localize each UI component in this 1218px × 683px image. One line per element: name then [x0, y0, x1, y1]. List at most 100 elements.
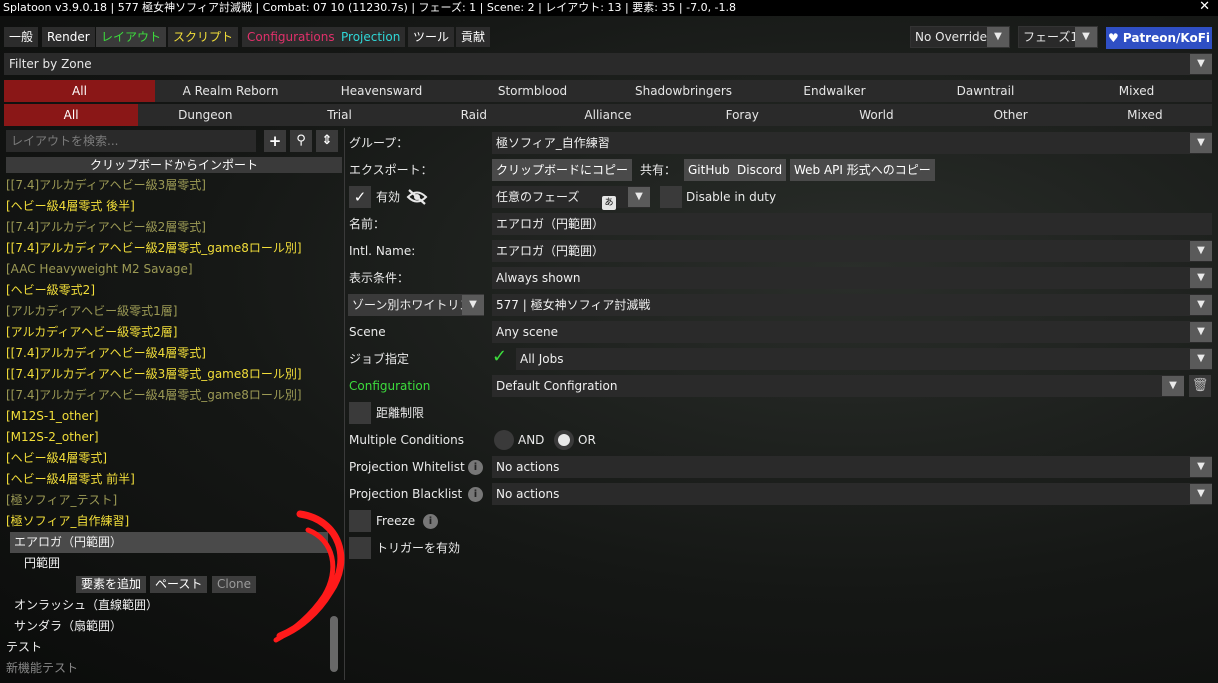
close-icon[interactable]: ✕: [1199, 0, 1210, 15]
expansion-tab-sb[interactable]: Stormblood: [457, 80, 608, 102]
projection-blacklist-dropdown[interactable]: No actions ▼: [492, 483, 1212, 505]
expansion-tab-hw[interactable]: Heavensward: [306, 80, 457, 102]
content-tab-other[interactable]: Other: [944, 104, 1078, 126]
content-tab-mixed[interactable]: Mixed: [1078, 104, 1212, 126]
tab-general[interactable]: 一般: [4, 27, 39, 47]
layout-group-item[interactable]: [[7.4]アルカディアヘビー級3層零式]: [6, 175, 206, 196]
chevron-down-icon: ▼: [1190, 54, 1212, 74]
intl-name-value: エアロガ（円範囲）: [496, 244, 605, 258]
layout-item[interactable]: サンダラ（扇範囲）: [14, 616, 122, 637]
content-tab-dungeon[interactable]: Dungeon: [138, 104, 272, 126]
paste-button[interactable]: ペースト: [150, 576, 208, 593]
layout-group-item[interactable]: [[7.4]アルカディアヘビー級2層零式_game8ロール別]: [6, 238, 302, 259]
discord-button[interactable]: Discord: [733, 159, 787, 181]
layout-item[interactable]: オンラッシュ（直線範囲）: [14, 595, 158, 616]
layout-item-selected[interactable]: エアロガ（円範囲）: [10, 532, 328, 553]
tab-configurations[interactable]: Configurations: [242, 27, 340, 47]
content-tab-world[interactable]: World: [809, 104, 943, 126]
or-radio[interactable]: [554, 430, 574, 450]
layout-group-item[interactable]: [ヘビー級4層零式 後半]: [6, 196, 135, 217]
layout-list-scrollbar[interactable]: [330, 616, 338, 672]
tab-layout[interactable]: レイアウト: [96, 27, 167, 47]
tab-contribute[interactable]: 貢献: [456, 27, 491, 47]
layout-group-item[interactable]: [ヘビー級零式2]: [6, 280, 95, 301]
enable-trigger-label: トリガーを有効: [376, 541, 461, 555]
expansion-tab-mixed[interactable]: Mixed: [1061, 80, 1212, 102]
layout-group-item[interactable]: [M12S-2_other]: [6, 427, 99, 448]
zone-mode-dropdown[interactable]: ゾーン別ホワイトリスト ▼: [348, 294, 484, 316]
add-layout-icon[interactable]: +: [264, 130, 286, 152]
job-dropdown[interactable]: All Jobs ▼: [516, 348, 1212, 370]
layout-group-item[interactable]: [[7.4]アルカディアヘビー級2層零式]: [6, 217, 206, 238]
window-title-bar: Splatoon v3.9.0.18 | 577 極女神ソフィア討滅戦 | Co…: [0, 0, 1218, 16]
layout-group-item[interactable]: [ヘビー級4層零式 前半]: [6, 469, 135, 490]
layout-group-item[interactable]: [[7.4]アルカディアヘビー級4層零式_game8ロール別]: [6, 385, 302, 406]
patreon-kofi-button[interactable]: ♥ Patreon/KoFi: [1106, 27, 1212, 49]
import-from-clipboard-button[interactable]: クリップボードからインポート: [6, 157, 342, 173]
info-icon[interactable]: i: [423, 514, 438, 529]
layout-item[interactable]: テスト: [6, 637, 42, 658]
override-dropdown[interactable]: No Override ▼: [910, 26, 1010, 48]
content-tab-raid[interactable]: Raid: [407, 104, 541, 126]
panel-divider[interactable]: [344, 128, 345, 680]
intl-name-dropdown[interactable]: エアロガ（円範囲） ▼: [492, 240, 1212, 262]
chevron-down-icon: ▼: [1190, 349, 1212, 369]
tab-tools[interactable]: ツール: [408, 27, 455, 47]
and-label: AND: [518, 433, 545, 447]
add-element-button[interactable]: 要素を追加: [76, 576, 147, 593]
tab-projection[interactable]: Projection: [336, 27, 406, 47]
enable-trigger-checkbox[interactable]: [349, 537, 371, 559]
content-tab-alliance[interactable]: Alliance: [541, 104, 675, 126]
scene-dropdown[interactable]: Any scene ▼: [492, 321, 1212, 343]
and-radio[interactable]: [494, 430, 514, 450]
content-tab-foray[interactable]: Foray: [675, 104, 809, 126]
expansion-tab-arr[interactable]: A Realm Reborn: [155, 80, 306, 102]
configuration-dropdown[interactable]: Default Configration ▼: [492, 375, 1184, 397]
projection-whitelist-dropdown[interactable]: No actions ▼: [492, 456, 1212, 478]
phase-dropdown[interactable]: フェーズ1 ▼: [1018, 26, 1098, 48]
expansion-tab-ew[interactable]: Endwalker: [759, 80, 910, 102]
group-dropdown[interactable]: 極ソフィア_自作練習 ▼: [492, 132, 1212, 154]
display-condition-dropdown[interactable]: Always shown ▼: [492, 267, 1212, 289]
content-tab-trial[interactable]: Trial: [272, 104, 406, 126]
ime-indicator-icon: あ: [602, 196, 616, 210]
trash-icon[interactable]: 🗑: [1189, 375, 1211, 397]
clone-button[interactable]: Clone: [212, 576, 257, 593]
info-icon[interactable]: i: [468, 460, 483, 475]
filter-by-zone-dropdown[interactable]: Filter by Zone ▼: [4, 53, 1212, 75]
expansion-tab-dt[interactable]: Dawntrail: [910, 80, 1061, 102]
element-item[interactable]: 円範囲: [24, 553, 60, 574]
layout-item[interactable]: 新機能テスト: [6, 658, 78, 679]
disable-in-duty-checkbox[interactable]: [660, 186, 682, 208]
name-input[interactable]: エアロガ（円範囲）: [492, 213, 1212, 235]
sort-updown-icon[interactable]: ⇕: [316, 130, 338, 152]
layout-group-item-selected[interactable]: [極ソフィア_自作練習]: [6, 511, 129, 532]
layout-group-item[interactable]: [M12S-1_other]: [6, 406, 99, 427]
info-icon[interactable]: i: [468, 487, 483, 502]
layout-search-input[interactable]: レイアウトを検索...: [6, 130, 256, 152]
enabled-checkbox[interactable]: ✓: [349, 186, 371, 208]
copy-to-clipboard-button[interactable]: クリップボードにコピー: [492, 159, 633, 181]
layout-group-item[interactable]: [AAC Heavyweight M2 Savage]: [6, 259, 193, 280]
eye-off-icon[interactable]: [406, 189, 428, 205]
webapi-copy-button[interactable]: Web API 形式へのコピー: [790, 159, 935, 181]
layout-group-item[interactable]: [[7.4]アルカディアヘビー級4層零式]: [6, 343, 206, 364]
freeze-checkbox[interactable]: [349, 510, 371, 532]
layout-group-item[interactable]: [ヘビー級4層零式]: [6, 448, 107, 469]
expansion-tab-all[interactable]: All: [4, 80, 155, 102]
layout-group-item[interactable]: [アルカディアヘビー級零式1層]: [6, 301, 177, 322]
scene-label: Scene: [349, 325, 386, 339]
layout-group-item[interactable]: [[7.4]アルカディアヘビー級3層零式_game8ロール別]: [6, 364, 302, 385]
layout-group-item[interactable]: [極ソフィア_テスト]: [6, 490, 117, 511]
disable-in-duty-label: Disable in duty: [686, 190, 777, 204]
expansion-tab-shb[interactable]: Shadowbringers: [608, 80, 759, 102]
phase-select[interactable]: 任意のフェーズ ▼: [492, 186, 650, 208]
distance-limit-checkbox[interactable]: [349, 402, 371, 424]
tab-render[interactable]: Render: [42, 27, 95, 47]
layout-group-item[interactable]: [アルカディアヘビー級零式2層]: [6, 322, 177, 343]
tab-script[interactable]: スクリプト: [168, 27, 239, 47]
zone-dropdown[interactable]: 577 | 極女神ソフィア討滅戦 ▼: [492, 294, 1212, 316]
github-button[interactable]: GitHub: [684, 159, 734, 181]
content-tab-all[interactable]: All: [4, 104, 139, 126]
search-icon[interactable]: ⚲: [290, 130, 312, 152]
